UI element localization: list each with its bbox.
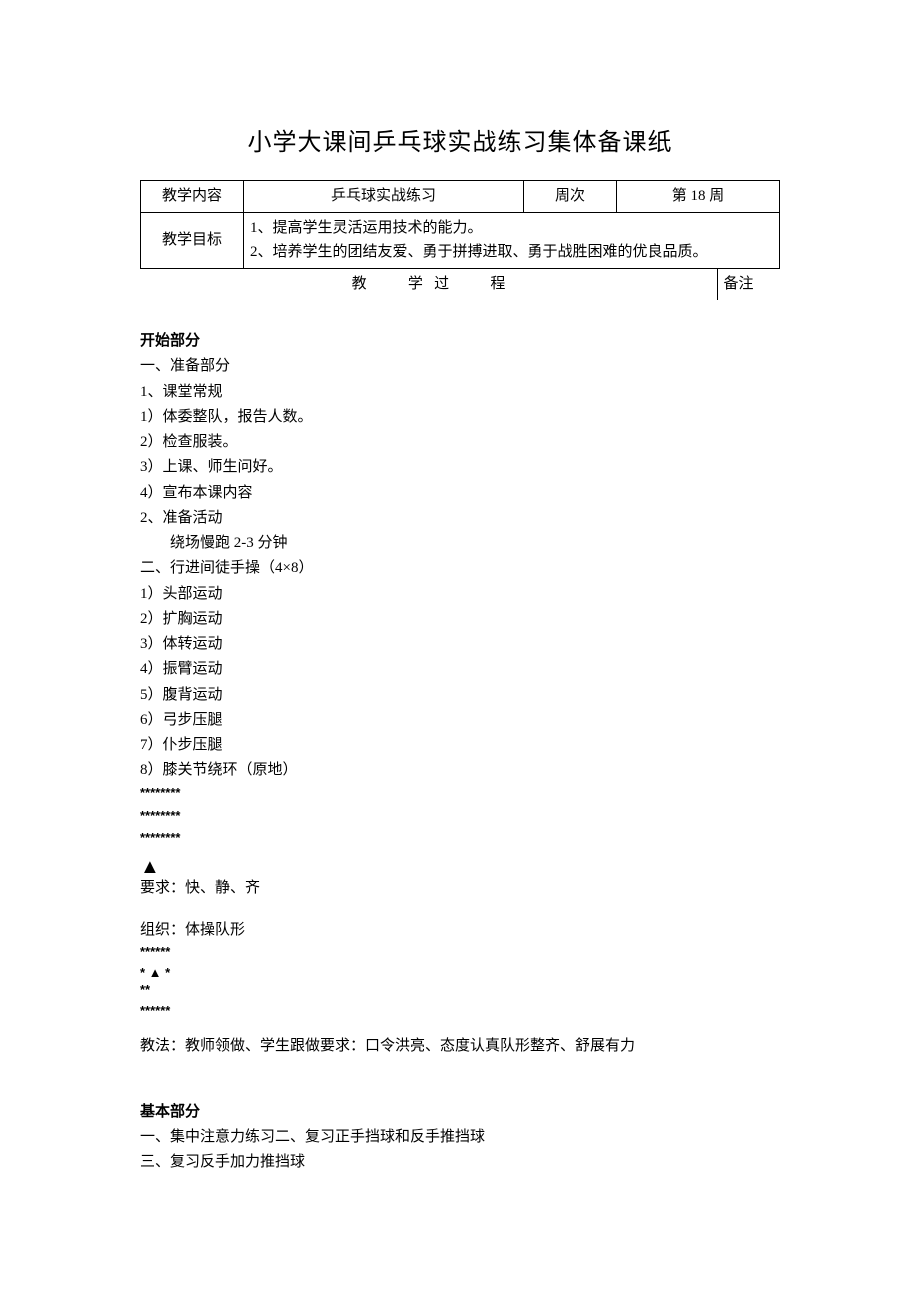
table-row: 教学内容 乒乓球实战练习 周次 第 18 周	[141, 181, 780, 213]
organization-line: 组织：体操队形	[140, 919, 780, 942]
method-line: 教法：教师领做、学生跟做要求：口令洪亮、态度认真队形整齐、舒展有力	[140, 1035, 780, 1058]
text-line: 绕场慢跑 2-3 分钟	[140, 532, 780, 555]
text-line: 一、集中注意力练习二、复习正手挡球和反手推挡球	[140, 1126, 780, 1149]
requirement-line: 要求：快、静、齐	[140, 877, 780, 900]
goal-line-2: 2、培养学生的团结友爱、勇于拼搏进取、勇于战胜困难的优良品质。	[250, 241, 773, 264]
triangle-icon: ▲	[140, 857, 780, 877]
cell-remark-label: 备注	[718, 269, 780, 300]
text-line: 1）头部运动	[140, 583, 780, 606]
table-row: 教 学 过 程 备注	[141, 268, 780, 300]
basic-section: 基本部分 一、集中注意力练习二、复习正手挡球和反手推挡球 三、复习反手加力推挡球	[140, 1101, 780, 1175]
text-line: 7）仆步压腿	[140, 734, 780, 757]
text-line: 3）体转运动	[140, 633, 780, 656]
goal-line-1: 1、提高学生灵活运用技术的能力。	[250, 217, 773, 240]
stars-row: * ▲ *	[140, 965, 780, 982]
process-char: 教	[352, 276, 367, 292]
process-char: 程	[490, 276, 505, 292]
cell-label-week: 周次	[524, 181, 617, 213]
stars-row: ********	[140, 808, 780, 825]
formation-stars-1: ******** ******** ********	[140, 785, 780, 848]
cell-goals: 1、提高学生灵活运用技术的能力。 2、培养学生的团结友爱、勇于拼搏进取、勇于战胜…	[244, 213, 780, 269]
stars-row: **	[140, 982, 780, 999]
text-line: 二、行进间徒手操（4×8）	[140, 557, 780, 580]
stars-row: ********	[140, 785, 780, 802]
text-line: 4）宣布本课内容	[140, 482, 780, 505]
text-line: 8）膝关节绕环（原地）	[140, 759, 780, 782]
text-line: 3）上课、师生问好。	[140, 456, 780, 479]
page-title: 小学大课间乒乓球实战练习集体备课纸	[140, 125, 780, 162]
cell-process-label: 教 学 过 程	[141, 269, 718, 300]
table-row: 教学目标 1、提高学生灵活运用技术的能力。 2、培养学生的团结友爱、勇于拼搏进取…	[141, 213, 780, 269]
formation-stars-2: ****** * ▲ * ** ******	[140, 944, 780, 1020]
stars-row: ******	[140, 1003, 780, 1020]
header-table: 教学内容 乒乓球实战练习 周次 第 18 周 教学目标 1、提高学生灵活运用技术…	[140, 180, 780, 300]
start-heading: 开始部分	[140, 330, 780, 353]
text-line: 2）扩胸运动	[140, 608, 780, 631]
cell-week-value: 第 18 周	[617, 181, 780, 213]
document-page: 小学大课间乒乓球实战练习集体备课纸 教学内容 乒乓球实战练习 周次 第 18 周…	[0, 0, 920, 1301]
cell-label-goal: 教学目标	[141, 213, 244, 269]
text-line: 5）腹背运动	[140, 684, 780, 707]
stars-row: ******	[140, 944, 780, 961]
process-char: 过	[434, 276, 449, 292]
stars-row: ********	[140, 830, 780, 847]
process-char: 学	[408, 276, 423, 292]
text-line: 1、课堂常规	[140, 381, 780, 404]
text-line: 2）检查服装。	[140, 431, 780, 454]
text-line: 一、准备部分	[140, 355, 780, 378]
text-line: 1）体委整队，报告人数。	[140, 406, 780, 429]
text-line: 6）弓步压腿	[140, 709, 780, 732]
cell-content: 乒乓球实战练习	[244, 181, 524, 213]
cell-process-row: 教 学 过 程 备注	[141, 268, 780, 300]
start-section: 开始部分 一、准备部分 1、课堂常规 1）体委整队，报告人数。 2）检查服装。 …	[140, 330, 780, 1058]
text-line: 2、准备活动	[140, 507, 780, 530]
basic-heading: 基本部分	[140, 1101, 780, 1124]
text-line: 4）振臂运动	[140, 658, 780, 681]
cell-label-content: 教学内容	[141, 181, 244, 213]
text-line: 三、复习反手加力推挡球	[140, 1151, 780, 1174]
